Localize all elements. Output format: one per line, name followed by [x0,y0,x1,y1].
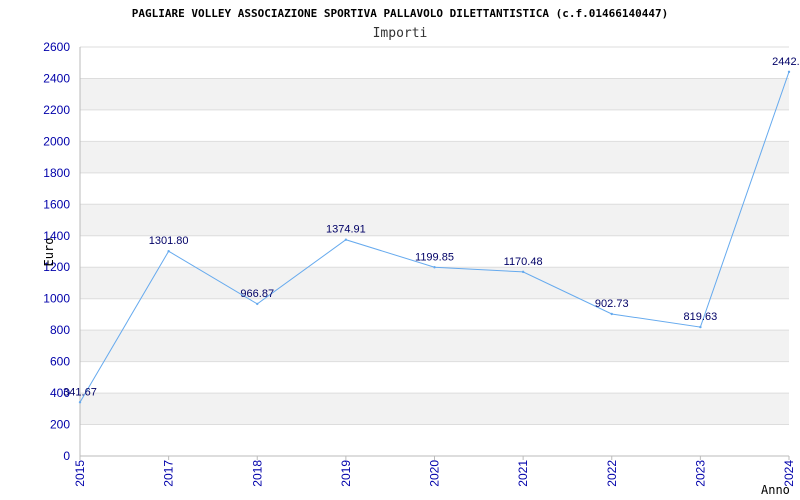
grid-band [80,78,789,110]
data-point [787,70,791,74]
x-axis-label: Anno [761,483,790,497]
x-tick-label: 2015 [73,460,87,487]
data-point [521,270,525,274]
chart-title: PAGLIARE VOLLEY ASSOCIAZIONE SPORTIVA PA… [132,7,668,20]
data-point [610,312,613,316]
data-label: 2442.2 [772,56,800,68]
data-point [433,266,436,269]
y-axis-label: Euro [42,238,56,267]
grid-band [80,141,789,173]
y-tick-label: 1000 [43,292,70,306]
x-tick-label: 2023 [693,460,707,487]
x-tick-label: 2019 [339,460,353,487]
chart-subtitle: Importi [373,26,428,41]
data-label: 1199.85 [415,251,454,263]
data-point [344,238,348,241]
x-tick-label: 2018 [250,460,264,487]
data-label: 1374.91 [326,224,366,236]
y-tick-label: 1600 [43,197,70,211]
data-label: 1301.80 [149,235,189,247]
grid-band [80,393,789,425]
data-label: 966.87 [240,288,274,300]
y-tick-label: 600 [50,355,70,369]
x-tick-label: 2022 [605,460,619,487]
grid-band [80,330,789,362]
x-axis-ticks: 2015 2017 2018 2019 2020 2021 2022 2023 2024 [73,456,796,487]
data-label: 902.73 [595,298,629,310]
y-tick-label: 2000 [43,134,70,148]
y-tick-label: 0 [63,449,70,463]
y-tick-label: 800 [50,323,70,337]
data-label: 341.67 [63,386,97,398]
data-label: 819.63 [684,311,718,323]
y-tick-label: 2200 [43,103,70,117]
y-tick-label: 200 [50,418,70,432]
data-label: 1170.48 [504,256,543,268]
x-tick-label: 2017 [162,460,176,487]
y-tick-label: 1800 [43,166,70,180]
x-tick-label: 2020 [428,460,442,487]
chart: 0200400600800100012001400160018002000220… [42,7,800,497]
data-point [167,250,170,253]
data-point [256,302,259,306]
grid-band [80,204,789,236]
data-point [78,401,82,404]
data-point [699,325,702,329]
x-tick-label: 2021 [516,460,530,487]
y-tick-label: 2400 [43,71,70,85]
y-tick-label: 2600 [43,40,70,54]
grid-band [80,267,789,299]
